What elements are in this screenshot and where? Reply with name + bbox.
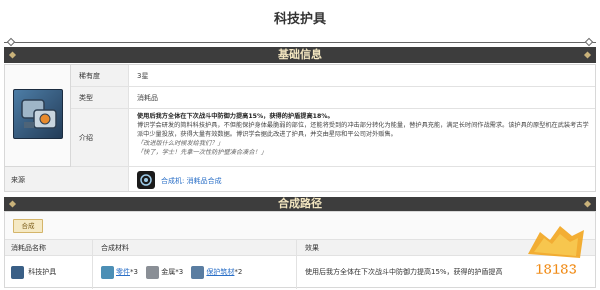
crafting-ornament-right xyxy=(583,200,592,208)
intro-row: 介绍 使用后我方全体在下次战斗中防御力提高15%，获得的护盾提高18%。 博识学… xyxy=(71,109,595,167)
rarity-row: 稀有度 3星 xyxy=(71,65,595,87)
page-title: 科技护具 xyxy=(273,12,326,27)
tech-armor-icon xyxy=(21,99,57,129)
type-row: 类型 消耗品 xyxy=(71,87,595,109)
basic-info-table: 稀有度 3星 类型 消耗品 介绍 使用后我方全体在下次战斗中防御力提高15%，获… xyxy=(4,64,596,192)
item-image xyxy=(13,89,63,139)
watermark-logo: 18183 xyxy=(528,226,584,278)
rarity-label: 稀有度 xyxy=(71,65,129,86)
watermark-text: 18183 xyxy=(535,261,577,278)
material-item: 零件*3 xyxy=(101,256,138,289)
material-count: *3 xyxy=(130,268,138,276)
parts-icon xyxy=(101,265,114,279)
source-label: 来源 xyxy=(5,167,129,191)
intro-label: 介绍 xyxy=(71,109,129,166)
divider-ornament-left xyxy=(6,37,16,47)
tab-craft[interactable]: 合成 xyxy=(13,219,43,233)
material-item: 保护筑材*2 xyxy=(191,256,242,289)
crafting-table: 合成 消耗品名称 合成材料 效果 科技护具 零件*3 金属*3 保护筑材*2 使… xyxy=(4,211,596,289)
material-item: 金属*3 xyxy=(146,256,183,289)
crafting-ornament-left xyxy=(8,200,17,208)
synthesizer-icon xyxy=(137,171,155,189)
tech-armor-mini-icon xyxy=(11,265,24,279)
header-ornament-left xyxy=(8,51,17,59)
header-ornament-right xyxy=(583,51,592,59)
basic-info-header: 基础信息 xyxy=(4,47,596,63)
product-name: 科技护具 xyxy=(28,268,57,276)
product-cell: 科技护具 xyxy=(5,256,93,289)
divider-ornament-right xyxy=(584,37,594,47)
col-header-materials: 合成材料 xyxy=(93,240,297,255)
table-row: 科技护具 零件*3 金属*3 保护筑材*2 使用后我方全体在下次战斗中防御力提高… xyxy=(5,256,595,289)
material-link-protective[interactable]: 保护筑材 xyxy=(206,268,234,276)
intro-effect: 使用后我方全体在下次战斗中防御力提高15%，获得的护盾提高18%。 xyxy=(137,113,334,120)
crafting-tab-strip: 合成 xyxy=(5,212,595,240)
intro-text: 使用后我方全体在下次战斗中防御力提高15%，获得的护盾提高18%。 博识学会研发… xyxy=(129,109,595,166)
source-link[interactable]: 合成机: 消耗品合成 xyxy=(161,176,222,186)
material-count: *2 xyxy=(234,268,243,276)
source-row: 来源 合成机: 消耗品合成 xyxy=(5,167,595,191)
crafting-title: 合成路径 xyxy=(278,197,322,210)
material-name-metal: 金属 xyxy=(161,268,176,276)
material-count: *3 xyxy=(175,268,184,276)
rarity-value: 3星 xyxy=(137,72,149,80)
metal-icon xyxy=(146,265,160,279)
intro-quote-2: 「快了，学士！先拿一次性防护壁凑合凑合！」 xyxy=(137,149,267,156)
intro-quote-1: 「改进版什么时候发给我们？」 xyxy=(137,140,224,147)
basic-info-title: 基础信息 xyxy=(278,48,322,61)
materials-cell: 零件*3 金属*3 保护筑材*2 xyxy=(93,256,297,289)
item-image-cell xyxy=(5,65,71,167)
type-label: 类型 xyxy=(71,87,129,108)
title-divider xyxy=(4,42,596,43)
crafting-header: 合成路径 xyxy=(4,197,596,211)
crafting-table-header: 消耗品名称 合成材料 效果 xyxy=(5,240,595,256)
material-link-parts[interactable]: 零件 xyxy=(116,268,130,276)
col-header-name: 消耗品名称 xyxy=(5,240,93,255)
intro-body: 博识学会研发的简料科技护具，不但能保护身体最脆弱的部位，还能将受到的冲击部分转化… xyxy=(137,122,589,138)
type-value: 消耗品 xyxy=(137,94,158,102)
protective-material-icon xyxy=(191,265,205,279)
